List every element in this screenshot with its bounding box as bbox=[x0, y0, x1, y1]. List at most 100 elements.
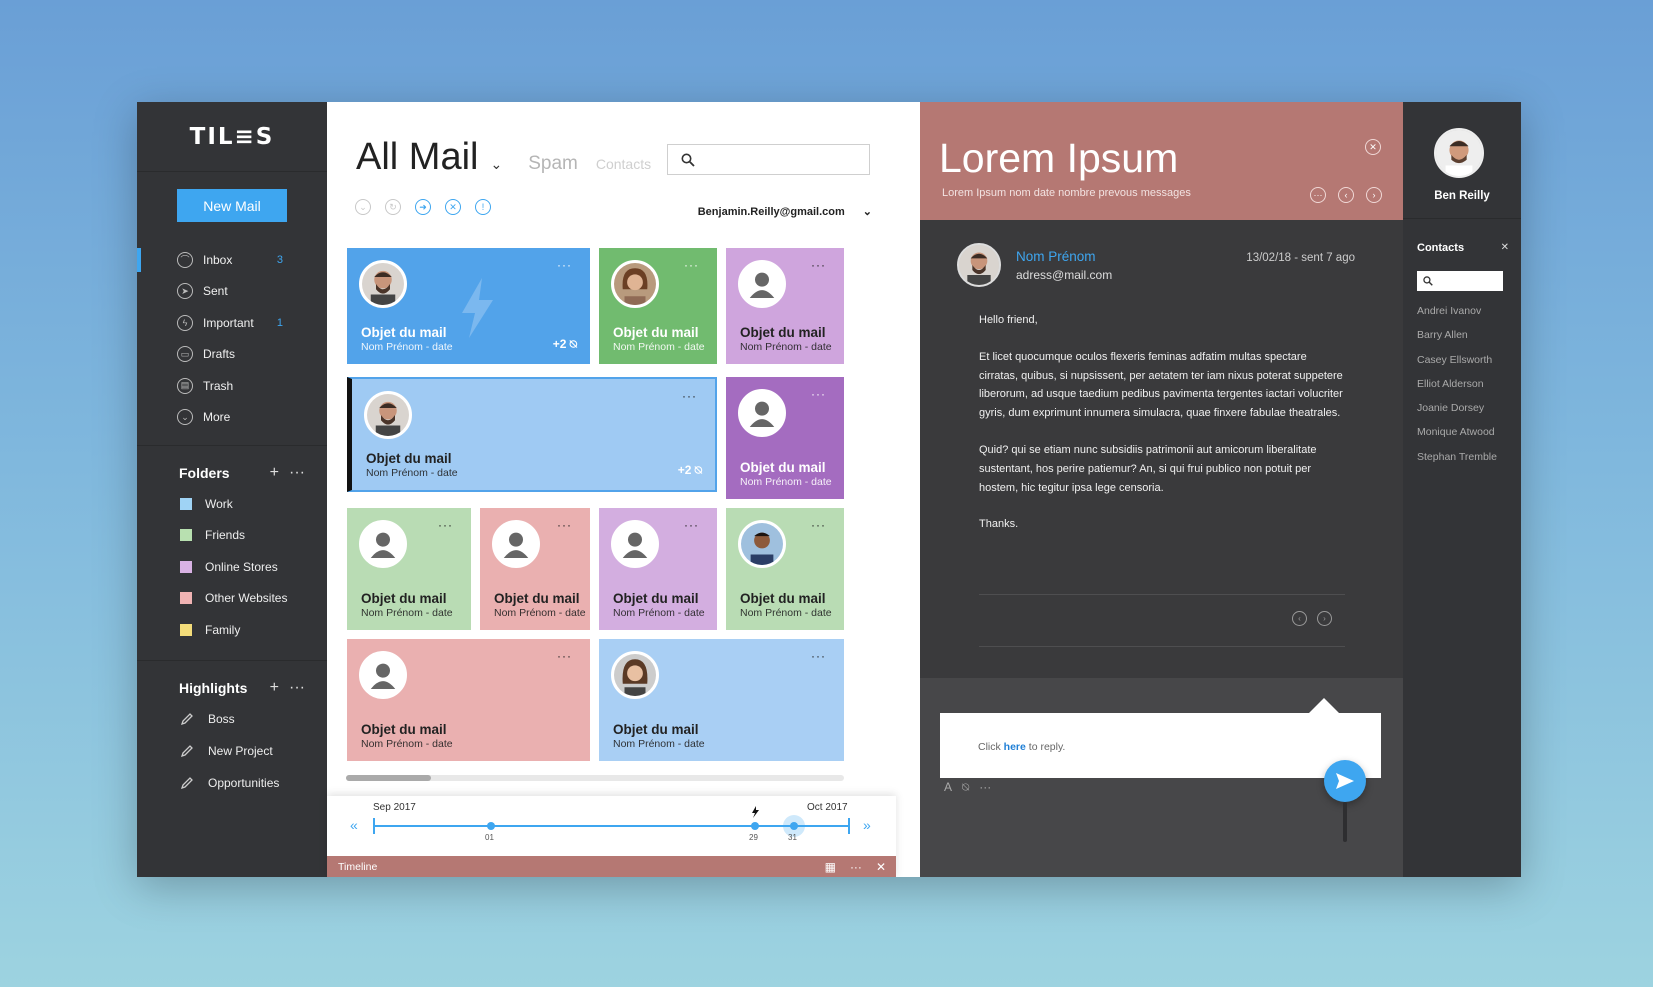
next-icon[interactable]: › bbox=[1317, 611, 1332, 626]
folder-work[interactable]: Work bbox=[137, 488, 327, 520]
mail-tile[interactable]: ··· Objet du mail Nom Prénom - date bbox=[599, 248, 717, 364]
nav-item-sent[interactable]: ➤ Sent bbox=[137, 276, 327, 308]
contact-item[interactable]: Elliot Alderson bbox=[1417, 378, 1497, 402]
nav-item-trash[interactable]: ▤ Trash bbox=[137, 370, 327, 402]
account-selector[interactable]: Benjamin.Reilly@gmail.com ⌄ bbox=[698, 205, 872, 219]
folders-more-icon[interactable]: ··· bbox=[289, 464, 305, 482]
refresh-icon[interactable]: ↻ bbox=[385, 199, 401, 215]
divider bbox=[979, 594, 1345, 595]
body-paragraph: Thanks. bbox=[979, 518, 1019, 531]
attachment-count-value: +2 bbox=[677, 463, 692, 477]
folder-friends[interactable]: Friends bbox=[137, 520, 327, 552]
mail-tile[interactable]: ··· Objet du mail Nom Prénom - date bbox=[726, 508, 844, 630]
highlight-new-project[interactable]: New Project bbox=[137, 735, 327, 767]
folder-color-swatch bbox=[180, 560, 192, 573]
mail-tile[interactable]: ··· Objet du mail Nom Prénom - date bbox=[726, 377, 844, 499]
reply-toolbar: A ⍉ ··· bbox=[944, 780, 991, 795]
folder-other-websites[interactable]: Other Websites bbox=[137, 583, 327, 615]
more-icon[interactable]: ··· bbox=[811, 387, 826, 401]
mail-tile[interactable]: ··· Objet du mail Nom Prénom - date bbox=[347, 508, 471, 630]
contact-item[interactable]: Andrei Ivanov bbox=[1417, 305, 1497, 329]
next-icon[interactable]: › bbox=[1366, 187, 1382, 203]
contact-item[interactable]: Stephan Tremble bbox=[1417, 451, 1497, 475]
sender-address: adress@mail.com bbox=[1016, 268, 1113, 282]
user-name: Ben Reilly bbox=[1434, 190, 1490, 202]
reply-link[interactable]: here bbox=[1004, 741, 1026, 753]
close-icon[interactable]: ✕ bbox=[1501, 242, 1509, 253]
mail-meta: Nom Prénom - date bbox=[613, 607, 705, 619]
highlight-opportunities[interactable]: Opportunities bbox=[137, 767, 327, 799]
mail-meta: Nom Prénom - date bbox=[366, 467, 458, 479]
search-input[interactable] bbox=[667, 144, 870, 175]
mail-subject: Objet du mail bbox=[740, 325, 826, 340]
contact-item[interactable]: Monique Atwood bbox=[1417, 426, 1497, 450]
nav-label: Important bbox=[203, 315, 254, 330]
more-icon[interactable]: ··· bbox=[1310, 187, 1326, 203]
scrollbar-thumb[interactable] bbox=[346, 775, 431, 781]
font-icon[interactable]: A bbox=[944, 780, 952, 795]
timeline-start-label: Sep 2017 bbox=[373, 802, 416, 813]
send-button[interactable] bbox=[1324, 760, 1366, 802]
more-icon[interactable]: ··· bbox=[557, 518, 572, 532]
more-icon[interactable]: ··· bbox=[811, 518, 826, 532]
mail-header: All Mail ⌄ Spam Contacts bbox=[356, 136, 651, 179]
new-mail-button[interactable]: New Mail bbox=[177, 189, 287, 222]
contacts-sidebar: Ben Reilly Contacts ✕ Andrei Ivanov Barr… bbox=[1403, 102, 1521, 877]
mail-tile[interactable]: ··· Objet du mail Nom Prénom - date +2 ⍉ bbox=[347, 248, 590, 364]
highlight-boss[interactable]: Boss bbox=[137, 703, 327, 735]
add-highlight-icon[interactable]: + bbox=[270, 679, 279, 697]
close-icon[interactable]: ✕ bbox=[876, 860, 886, 874]
mail-tile[interactable]: ··· Objet du mail Nom Prénom - date bbox=[347, 639, 590, 761]
nav-item-important[interactable]: ϟ Important 1 bbox=[137, 307, 327, 339]
user-avatar[interactable] bbox=[1434, 128, 1484, 178]
folder-label: Friends bbox=[205, 528, 246, 543]
delete-icon[interactable]: ✕ bbox=[445, 199, 461, 215]
previous-icon[interactable]: ‹ bbox=[1292, 611, 1307, 626]
sender-name[interactable]: Nom Prénom bbox=[1016, 249, 1096, 264]
timeline-bar: Timeline ▦ ··· ✕ bbox=[327, 856, 896, 877]
timeline-prev-icon[interactable]: « bbox=[350, 817, 358, 833]
paperclip-icon[interactable]: ⍉ bbox=[962, 780, 969, 795]
avatar bbox=[359, 520, 407, 568]
add-folder-icon[interactable]: + bbox=[270, 464, 279, 482]
mail-tile-selected[interactable]: ··· Objet du mail Nom Prénom - date +2 ⍉ bbox=[347, 377, 717, 492]
folder-online-stores[interactable]: Online Stores bbox=[137, 551, 327, 583]
close-icon[interactable]: ✕ bbox=[1365, 139, 1381, 155]
contacts-search-input[interactable] bbox=[1417, 271, 1503, 291]
more-icon[interactable]: ··· bbox=[684, 518, 699, 532]
more-icon[interactable]: ··· bbox=[557, 649, 572, 663]
mail-tile[interactable]: ··· Objet du mail Nom Prénom - date bbox=[599, 639, 844, 761]
previous-icon[interactable]: ‹ bbox=[1338, 187, 1354, 203]
timeline-more-icon[interactable]: ··· bbox=[850, 860, 862, 874]
mail-tile[interactable]: ··· Objet du mail Nom Prénom - date bbox=[480, 508, 590, 630]
forward-icon[interactable]: ➜ bbox=[415, 199, 431, 215]
contact-item[interactable]: Casey Ellsworth bbox=[1417, 354, 1497, 378]
more-icon[interactable]: ··· bbox=[811, 258, 826, 272]
tab-spam[interactable]: Spam bbox=[528, 153, 578, 175]
more-icon[interactable]: ··· bbox=[682, 389, 697, 403]
calendar-icon[interactable]: ▦ bbox=[825, 860, 836, 874]
folders-title: Folders bbox=[179, 465, 230, 481]
chevron-down-icon[interactable]: ⌄ bbox=[490, 156, 502, 173]
info-icon[interactable]: ! bbox=[475, 199, 491, 215]
more-icon[interactable]: ··· bbox=[557, 258, 572, 272]
highlights-more-icon[interactable]: ··· bbox=[289, 679, 305, 697]
contact-item[interactable]: Barry Allen bbox=[1417, 329, 1497, 353]
timeline-next-icon[interactable]: » bbox=[863, 817, 871, 833]
folder-family[interactable]: Family bbox=[137, 614, 327, 646]
timeline-end-label: Oct 2017 bbox=[807, 802, 848, 813]
more-icon[interactable]: ··· bbox=[811, 649, 826, 663]
more-icon[interactable]: ··· bbox=[979, 780, 991, 795]
reply-input[interactable]: Click here to reply. bbox=[940, 713, 1381, 778]
nav-item-drafts[interactable]: ▭ Drafts bbox=[137, 339, 327, 371]
more-icon[interactable]: ··· bbox=[684, 258, 699, 272]
select-icon[interactable]: ⌄ bbox=[355, 199, 371, 215]
more-icon[interactable]: ··· bbox=[438, 518, 453, 532]
nav-item-inbox[interactable]: ⌒ Inbox 3 bbox=[137, 244, 327, 276]
horizontal-scrollbar[interactable] bbox=[346, 775, 844, 781]
tab-contacts[interactable]: Contacts bbox=[596, 156, 651, 172]
contact-item[interactable]: Joanie Dorsey bbox=[1417, 402, 1497, 426]
nav-item-more[interactable]: ⌄ More bbox=[137, 402, 327, 434]
mail-tile[interactable]: ··· Objet du mail Nom Prénom - date bbox=[599, 508, 717, 630]
mail-tile[interactable]: ··· Objet du mail Nom Prénom - date bbox=[726, 248, 844, 364]
